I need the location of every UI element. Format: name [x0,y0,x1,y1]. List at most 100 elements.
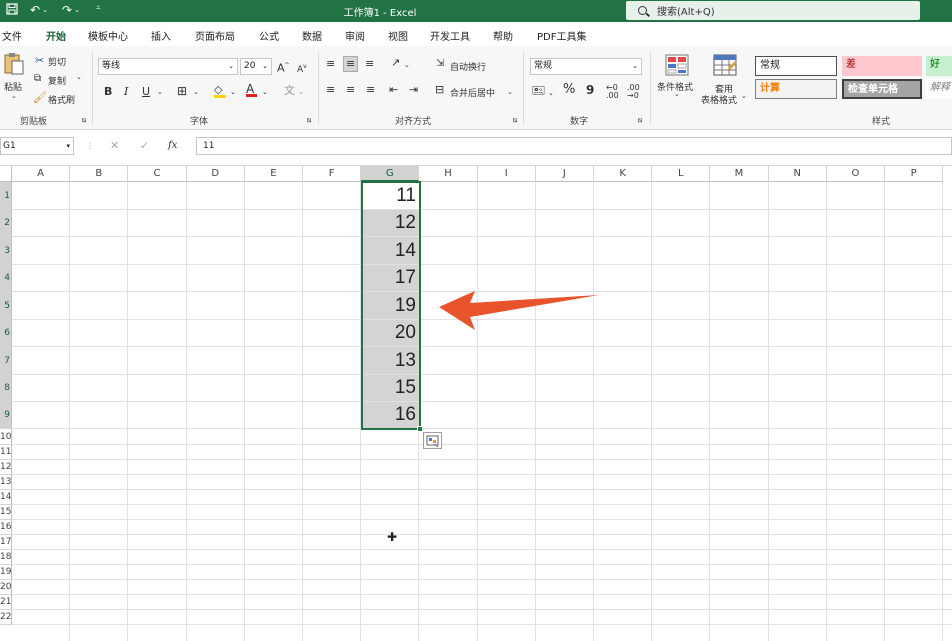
column-header-e[interactable]: E [244,166,303,182]
wrap-text-button[interactable]: 自动换行 [450,60,486,73]
increase-font-button[interactable]: A^ [277,60,290,75]
column-header-m[interactable]: M [710,166,769,182]
column-header-b[interactable]: B [70,166,129,182]
increase-indent-icon[interactable]: ⇥ [409,84,418,96]
column-header-f[interactable]: F [303,166,362,182]
row-header-11[interactable]: 11 [0,445,12,460]
align-center-icon[interactable]: ≡ [346,84,355,96]
row-header-2[interactable]: 2 [0,210,12,237]
column-header-l[interactable]: L [652,166,711,182]
align-top-icon[interactable]: ≡ [326,58,335,70]
row-header-3[interactable]: 3 [0,237,12,265]
insert-function-button[interactable]: fx [168,140,177,152]
decrease-decimal-icon[interactable]: .00 →0 [627,84,640,100]
cell-g1[interactable]: 11 [362,182,420,209]
more-options-icon[interactable]: ⋮ [86,140,94,152]
number-launcher-icon[interactable]: ⧅ [638,114,642,126]
merge-center-button[interactable]: 合并后居中 [450,86,495,99]
row-header-18[interactable]: 18 [0,550,12,565]
phonetic-icon[interactable]: 文 [284,85,295,97]
font-name-select[interactable]: 等线 ⌄ [98,58,238,75]
tab-formulas[interactable]: 公式 [259,28,279,43]
underline-button[interactable]: U [142,86,150,98]
name-box[interactable]: G1 ▾ [0,137,74,155]
column-header-h[interactable]: H [419,166,478,182]
quick-analysis-button[interactable] [423,432,442,449]
increase-decimal-icon[interactable]: ←0.00 [606,84,619,100]
tab-insert[interactable]: 插入 [151,28,171,43]
style-check-cell[interactable]: 检查单元格 [842,79,922,99]
row-header-4[interactable]: 4 [0,265,12,292]
row-header-6[interactable]: 6 [0,320,12,347]
formula-input[interactable]: 11 [196,137,952,155]
tab-file[interactable]: 文件 [2,28,22,43]
align-bottom-icon[interactable]: ≡ [365,58,374,70]
accounting-format-icon[interactable]: 🖭 [532,85,545,97]
align-right-icon[interactable]: ≡ [366,84,375,96]
column-header-i[interactable]: I [477,166,536,182]
tab-template-center[interactable]: 模板中心 [88,28,128,43]
row-header-15[interactable]: 15 [0,505,12,520]
underline-dropdown-icon[interactable]: ⌄ [157,86,163,98]
row-header-16[interactable]: 16 [0,520,12,535]
format-painter-button[interactable]: 格式刷 [48,93,75,106]
bold-button[interactable]: B [104,86,112,98]
cell-g2[interactable]: 12 [362,210,420,236]
cut-button[interactable]: 剪切 [48,55,66,68]
cell-g4[interactable]: 17 [362,265,420,291]
row-header-19[interactable]: 19 [0,565,12,580]
align-left-icon[interactable]: ≡ [326,84,335,96]
row-header-12[interactable]: 12 [0,460,12,475]
cell-g3[interactable]: 14 [362,237,420,264]
format-as-table-button[interactable]: 套用 表格格式 ⌄ [699,52,751,108]
column-header-c[interactable]: C [128,166,187,182]
orientation-dropdown-icon[interactable]: ⌄ [404,59,410,71]
column-header-d[interactable]: D [186,166,245,182]
cell-g6[interactable]: 20 [362,320,420,346]
copy-dropdown-icon[interactable]: ⌄ [76,73,82,81]
paste-button[interactable]: 粘贴 ⌄ [2,52,26,102]
accounting-dropdown-icon[interactable]: ⌄ [548,87,554,99]
select-all-button[interactable] [0,166,12,182]
worksheet-grid[interactable]: ABCDEFGHIJKLMNOP 1 2 3 4 5 6 7 8 9 10 11 12 13 14 15 16… [0,166,952,641]
cell-g5[interactable]: 19 [362,292,420,319]
percent-style-button[interactable]: % [563,83,575,96]
font-launcher-icon[interactable]: ⧅ [307,114,311,126]
style-calculation[interactable]: 计算 [755,79,837,99]
row-header-8[interactable]: 8 [0,375,12,402]
tab-review[interactable]: 审阅 [345,28,365,43]
row-header-17[interactable]: 17 [0,535,12,550]
borders-dropdown-icon[interactable]: ⌄ [193,86,199,98]
style-explanatory[interactable]: 解释 [926,79,952,99]
row-header-10[interactable]: 10 [0,429,12,445]
style-good[interactable]: 好 [926,56,952,76]
tab-pdf-tools[interactable]: PDF工具集 [537,28,586,43]
row-header-9[interactable]: 9 [0,402,12,429]
tab-home[interactable]: 开始 [46,28,66,49]
decrease-indent-icon[interactable]: ⇤ [389,84,398,96]
decrease-font-button[interactable]: Av [297,61,307,76]
row-header-13[interactable]: 13 [0,475,12,490]
font-color-icon[interactable]: A [246,83,257,97]
row-header-20[interactable]: 20 [0,580,12,595]
enter-icon[interactable]: ✓ [140,140,149,152]
align-middle-icon[interactable]: ≡ [343,56,359,72]
column-header-p[interactable]: P [885,166,944,182]
borders-icon[interactable]: ⊞ [177,85,187,97]
number-format-select[interactable]: 常规 ⌄ [530,58,642,75]
tab-help[interactable]: 帮助 [493,28,513,43]
orientation-icon[interactable]: ↗ [391,57,400,69]
cell-g9[interactable]: 16 [362,402,420,428]
fill-color-icon[interactable]: ◇ [214,84,226,98]
column-header-g[interactable]: G [361,166,420,182]
row-header-14[interactable]: 14 [0,490,12,505]
fill-color-dropdown-icon[interactable]: ⌄ [230,86,236,98]
cell-g8[interactable]: 15 [362,375,420,401]
font-size-select[interactable]: 20 ⌄ [240,58,272,75]
conditional-formatting-button[interactable]: 条件格式 ⌄ [655,52,699,108]
style-normal[interactable]: 常规 [755,56,837,76]
phonetic-dropdown-icon[interactable]: ⌄ [298,86,304,98]
merge-dropdown-icon[interactable]: ⌄ [507,86,513,98]
font-color-dropdown-icon[interactable]: ⌄ [262,86,268,98]
row-header-1[interactable]: 1 [0,182,12,210]
